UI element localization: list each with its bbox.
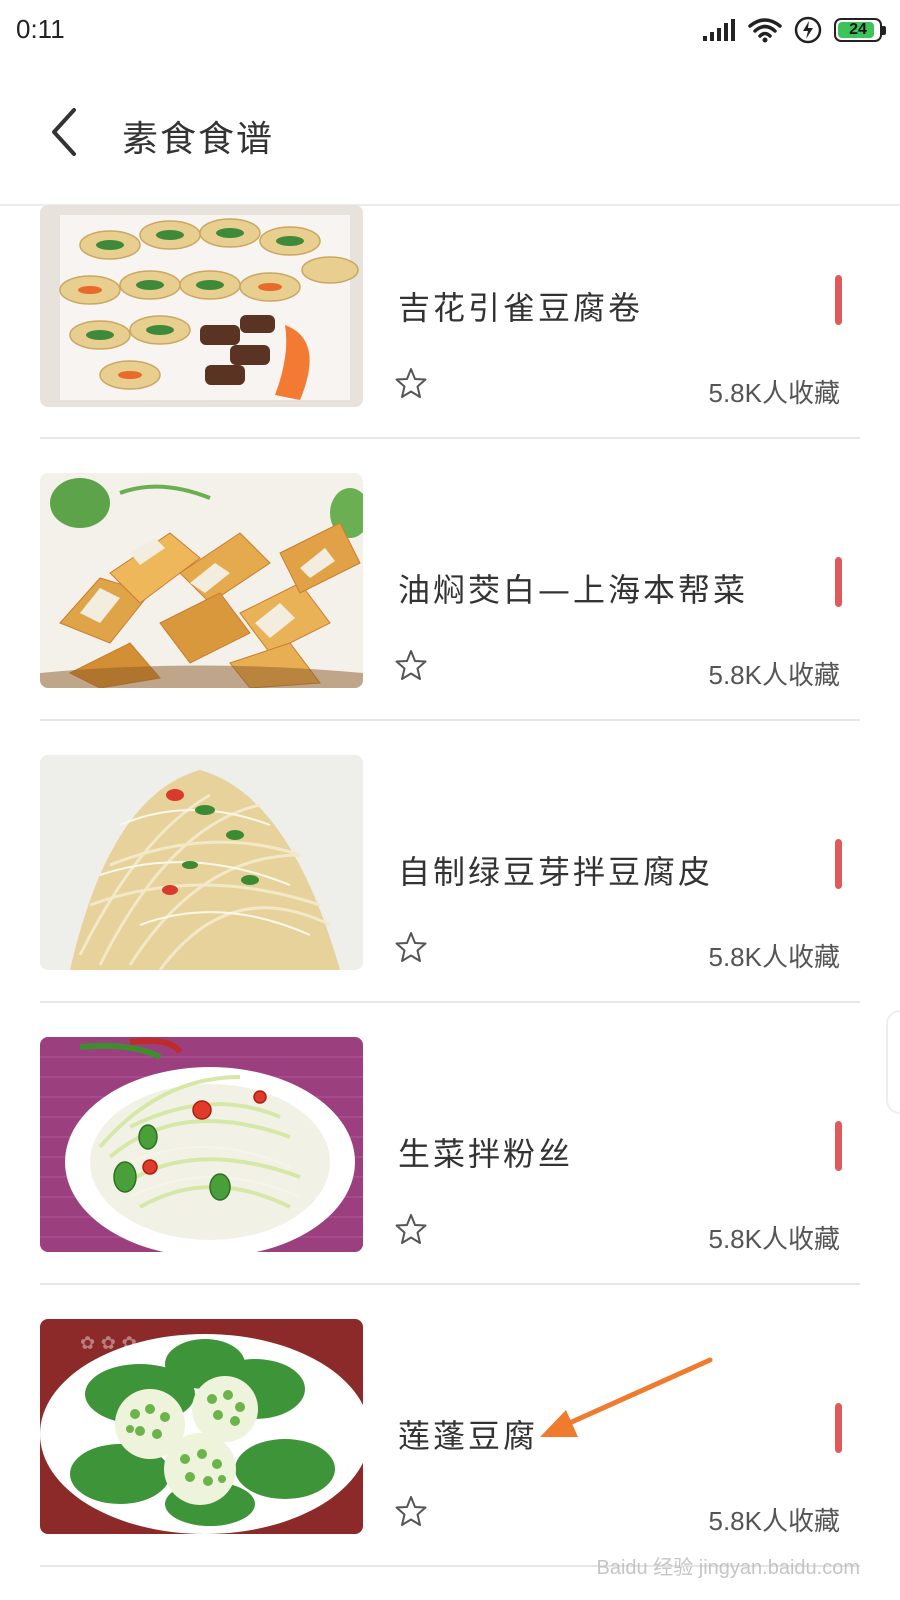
favorite-star-icon[interactable] xyxy=(394,366,428,400)
favorite-count: 5.8K人收藏 xyxy=(708,378,841,408)
status-icons: 24 xyxy=(702,14,886,46)
recipe-title: 油焖茭白—上海本帮菜 xyxy=(398,571,749,609)
watermark: Baidu 经验 jingyan.baidu.com xyxy=(596,1557,860,1579)
recipe-marker xyxy=(835,1121,842,1171)
back-button[interactable] xyxy=(40,102,100,162)
favorite-star-icon[interactable] xyxy=(394,648,428,682)
favorite-count: 5.8K人收藏 xyxy=(708,660,841,690)
favorite-count: 5.8K人收藏 xyxy=(708,1224,841,1254)
battery-icon: 24 xyxy=(834,18,886,42)
recipe-image: ✿ ✿ ✿ xyxy=(40,1319,363,1534)
recipe-marker xyxy=(835,1403,842,1453)
scroll-indicator xyxy=(886,1010,900,1114)
recipe-image xyxy=(40,1037,363,1252)
list-item[interactable]: 生菜拌粉丝 5.8K人收藏 xyxy=(40,1003,860,1285)
recipe-image xyxy=(40,473,363,688)
charging-icon xyxy=(794,16,822,44)
recipe-title: 莲蓬豆腐 xyxy=(398,1417,539,1455)
recipe-marker xyxy=(835,839,842,889)
chevron-left-icon xyxy=(52,108,76,156)
recipe-title: 生菜拌粉丝 xyxy=(398,1135,574,1173)
recipe-image xyxy=(40,755,363,970)
signal-icon xyxy=(703,19,735,41)
status-time: 0:11 xyxy=(16,14,65,44)
favorite-count: 5.8K人收藏 xyxy=(708,942,841,972)
status-bar: 0:11 24 xyxy=(0,0,900,64)
list-item[interactable]: 吉花引雀豆腐卷 5.8K人收藏 xyxy=(40,205,860,439)
list-item[interactable]: 自制绿豆芽拌豆腐皮 5.8K人收藏 xyxy=(40,721,860,1003)
list-item[interactable]: ✿ ✿ ✿ 莲蓬豆腐 5.8K人收藏 xyxy=(40,1285,860,1567)
recipe-title: 吉花引雀豆腐卷 xyxy=(398,289,644,327)
favorite-star-icon[interactable] xyxy=(394,1494,428,1528)
page-title: 素食食谱 xyxy=(122,119,275,160)
recipe-image xyxy=(40,205,363,407)
page-header: 素食食谱 xyxy=(0,64,900,206)
favorite-star-icon[interactable] xyxy=(394,930,428,964)
recipe-marker xyxy=(835,557,842,607)
wifi-icon xyxy=(748,18,782,43)
recipe-title: 自制绿豆芽拌豆腐皮 xyxy=(398,853,714,891)
recipe-list[interactable]: 吉花引雀豆腐卷 5.8K人收藏 油焖茭白—上海本帮菜 5.8K人收藏 自制绿豆芽… xyxy=(0,205,900,1600)
recipe-marker xyxy=(835,275,842,325)
favorite-count: 5.8K人收藏 xyxy=(708,1506,841,1536)
list-item[interactable]: 油焖茭白—上海本帮菜 5.8K人收藏 xyxy=(40,439,860,721)
favorite-star-icon[interactable] xyxy=(394,1212,428,1246)
battery-level: 24 xyxy=(849,21,867,38)
svg-text:✿ ✿ ✿: ✿ ✿ ✿ xyxy=(80,1333,137,1354)
